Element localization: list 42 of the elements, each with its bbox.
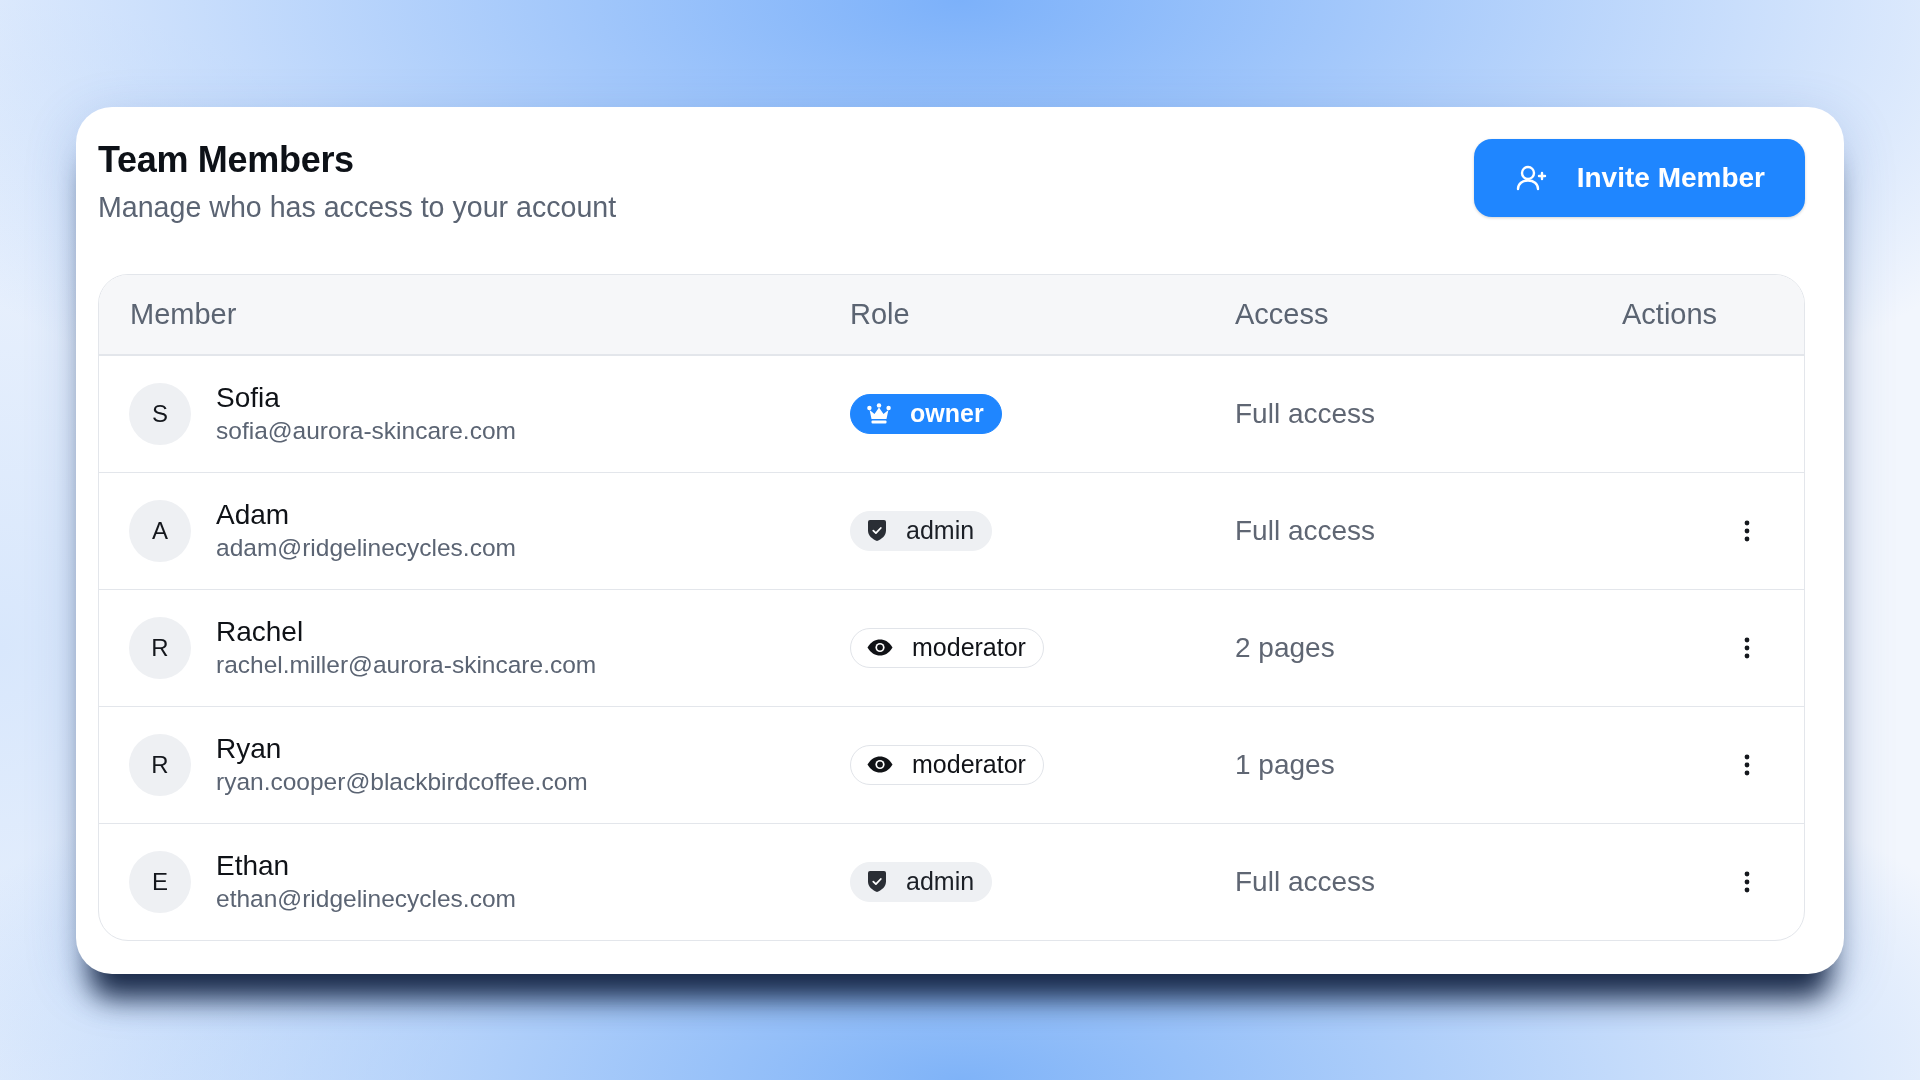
eye-icon — [867, 639, 893, 656]
access-level: 1 pages — [1235, 748, 1335, 781]
column-header: Member — [130, 297, 237, 331]
member-name: Ryan — [216, 733, 282, 765]
role-label: owner — [910, 399, 984, 428]
vertical-dots-icon — [1744, 636, 1750, 659]
role-label: moderator — [912, 633, 1026, 662]
member-email: sofia@aurora-skincare.com — [216, 416, 516, 445]
column-header: Access — [1235, 297, 1329, 331]
member-email: ethan@ridgelinecycles.com — [216, 884, 516, 913]
access-level: Full access — [1235, 865, 1376, 898]
user-plus-icon — [1515, 164, 1547, 191]
role-label: admin — [906, 867, 975, 896]
page-title: Team Members — [98, 138, 355, 180]
member-avatar: R — [129, 733, 191, 796]
invite-member-button[interactable]: Invite Member — [1473, 138, 1805, 217]
member-avatar: R — [129, 616, 191, 679]
access-level: Full access — [1235, 514, 1376, 547]
column-header: Role — [850, 297, 910, 331]
member-email: adam@ridgelinecycles.com — [216, 533, 516, 562]
vertical-dots-icon — [1744, 519, 1750, 542]
member-avatar: S — [129, 382, 191, 445]
shield-check-icon — [867, 870, 887, 893]
role-label: moderator — [912, 750, 1026, 779]
member-name: Rachel — [216, 616, 304, 648]
access-level: 2 pages — [1235, 631, 1335, 664]
column-header: Actions — [1622, 297, 1718, 331]
shield-check-icon — [867, 519, 887, 542]
member-email: ryan.cooper@blackbirdcoffee.com — [216, 767, 588, 796]
member-name: Adam — [216, 499, 290, 531]
member-name: Ethan — [216, 850, 290, 882]
vertical-dots-icon — [1744, 753, 1750, 776]
crown-icon — [867, 403, 891, 424]
access-level: Full access — [1235, 397, 1376, 430]
eye-icon — [867, 756, 893, 773]
member-email: rachel.miller@aurora-skincare.com — [216, 650, 597, 679]
vertical-dots-icon — [1744, 870, 1750, 893]
member-avatar: E — [129, 850, 191, 913]
page-subtitle: Manage who has access to your account — [98, 189, 617, 225]
member-name: Sofia — [216, 382, 280, 414]
role-label: admin — [906, 516, 975, 545]
member-avatar: A — [129, 499, 191, 562]
